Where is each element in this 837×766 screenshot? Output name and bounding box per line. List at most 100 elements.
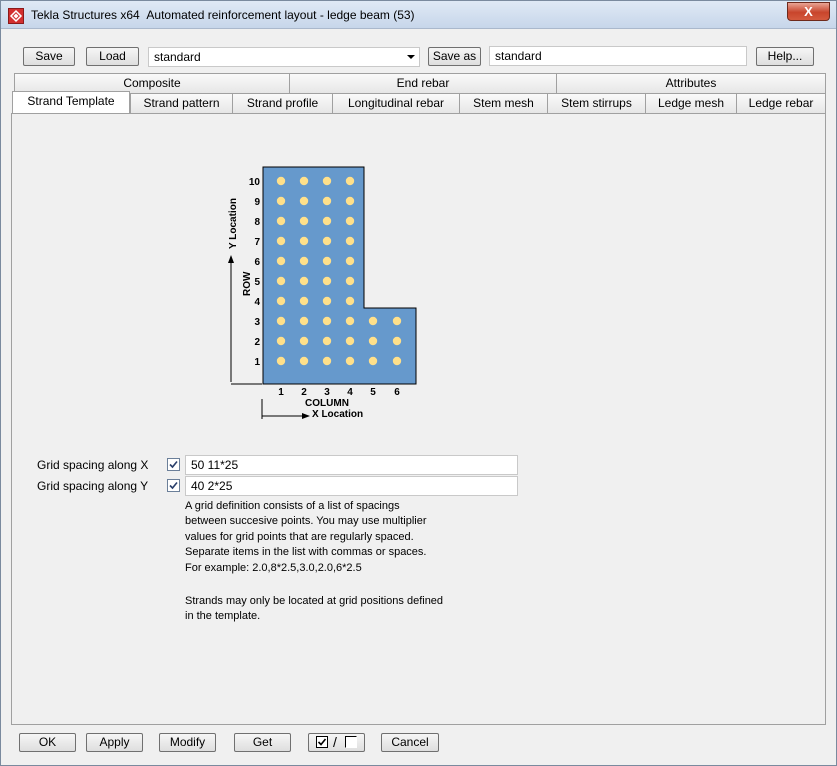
grid-x-checkbox[interactable] bbox=[167, 458, 180, 471]
grid-y-checkbox[interactable] bbox=[167, 479, 180, 492]
tab-strand-pattern[interactable]: Strand pattern bbox=[130, 93, 233, 113]
strand-dot bbox=[322, 316, 332, 326]
strand-dot bbox=[322, 196, 332, 206]
tab-ledge-rebar[interactable]: Ledge rebar bbox=[736, 93, 826, 113]
strand-dot bbox=[345, 356, 355, 366]
row-number: 9 bbox=[254, 197, 260, 208]
load-attributes-value: standard bbox=[154, 50, 201, 64]
tab-stem-stirrups[interactable]: Stem stirrups bbox=[547, 93, 646, 113]
dialog-title: Automated reinforcement layout - ledge b… bbox=[146, 8, 415, 22]
strand-dot bbox=[276, 336, 286, 346]
strand-dot bbox=[276, 316, 286, 326]
modify-button[interactable]: Modify bbox=[159, 733, 216, 752]
window-title: Tekla Structures x64 Automated reinforce… bbox=[31, 8, 415, 22]
row-number: 10 bbox=[249, 177, 261, 188]
strand-dot bbox=[345, 296, 355, 306]
help-text-line: A grid definition consists of a list of … bbox=[185, 500, 400, 512]
help-button[interactable]: Help... bbox=[756, 47, 814, 66]
strand-dot bbox=[392, 356, 402, 366]
strand-dot bbox=[276, 236, 286, 246]
grid-y-label: Grid spacing along Y bbox=[37, 479, 149, 493]
save-as-input[interactable]: standard bbox=[489, 46, 747, 66]
strand-dot bbox=[276, 356, 286, 366]
strand-dot bbox=[299, 216, 309, 226]
strand-dot bbox=[276, 176, 286, 186]
ledge-beam-section bbox=[262, 166, 417, 385]
strand-dot bbox=[276, 296, 286, 306]
title-bar[interactable]: Tekla Structures x64 Automated reinforce… bbox=[1, 1, 836, 29]
y-location-label: Y Location bbox=[228, 198, 239, 249]
ledge-beam-figure: 10 9 8 7 6 5 4 3 2 1 1 2 3 4 5 6 COLUMN … bbox=[228, 166, 417, 420]
strand-dot bbox=[322, 256, 332, 266]
arrow-up-icon bbox=[228, 255, 234, 263]
x-location-label: X Location bbox=[312, 409, 363, 420]
strand-dot bbox=[299, 316, 309, 326]
load-button[interactable]: Load bbox=[86, 47, 139, 66]
strand-dot bbox=[345, 196, 355, 206]
tekla-app-icon[interactable] bbox=[8, 8, 24, 24]
strand-dot bbox=[299, 276, 309, 286]
help-text-line: between succesive points. You may use mu… bbox=[185, 515, 427, 527]
save-button[interactable]: Save bbox=[23, 47, 75, 66]
row-number: 7 bbox=[254, 237, 260, 248]
close-button[interactable]: X bbox=[787, 2, 830, 21]
column-number: 3 bbox=[324, 387, 330, 398]
strand-dot bbox=[345, 216, 355, 226]
apply-button[interactable]: Apply bbox=[86, 733, 143, 752]
toggle-all-checkboxes-button[interactable]: / bbox=[308, 733, 365, 752]
column-number: 4 bbox=[347, 387, 353, 398]
app-name: Tekla Structures x64 bbox=[31, 8, 140, 22]
strand-dot bbox=[368, 316, 378, 326]
checkmark-icon bbox=[169, 460, 178, 469]
dialog-window: Tekla Structures x64 Automated reinforce… bbox=[0, 0, 837, 766]
tab-stem-mesh[interactable]: Stem mesh bbox=[459, 93, 548, 113]
strand-dot bbox=[299, 236, 309, 246]
tab-ledge-mesh[interactable]: Ledge mesh bbox=[645, 93, 737, 113]
help-text-line: values for grid points that are regularl… bbox=[185, 531, 414, 543]
tab-strand-profile[interactable]: Strand profile bbox=[232, 93, 333, 113]
tab-attributes[interactable]: Attributes bbox=[556, 73, 826, 93]
toggle-separator: / bbox=[333, 734, 337, 750]
tab-longitudinal-rebar[interactable]: Longitudinal rebar bbox=[332, 93, 460, 113]
arrow-right-icon bbox=[302, 413, 310, 419]
strand-dot bbox=[322, 236, 332, 246]
load-attributes-combo[interactable]: standard bbox=[148, 47, 420, 67]
tab-end-rebar[interactable]: End rebar bbox=[289, 73, 557, 93]
tab-composite[interactable]: Composite bbox=[14, 73, 290, 93]
cancel-button[interactable]: Cancel bbox=[381, 733, 439, 752]
strand-dot bbox=[276, 276, 286, 286]
grid-x-label: Grid spacing along X bbox=[37, 458, 149, 472]
save-as-button[interactable]: Save as bbox=[428, 47, 481, 66]
strand-dot bbox=[276, 256, 286, 266]
help-text-line: For example: 2.0,8*2.5,3.0,2.0,6*2.5 bbox=[185, 562, 362, 574]
row-number: 2 bbox=[254, 337, 260, 348]
checked-box-icon bbox=[316, 736, 328, 748]
column-number: 2 bbox=[301, 387, 307, 398]
column-number: 6 bbox=[394, 387, 400, 398]
column-number: 1 bbox=[278, 387, 284, 398]
close-icon: X bbox=[804, 4, 813, 19]
strand-dot bbox=[345, 316, 355, 326]
strand-dot bbox=[345, 236, 355, 246]
tab-strand-template[interactable]: Strand Template bbox=[12, 91, 130, 113]
checkmark-icon bbox=[169, 481, 178, 490]
help-text-line: Strands may only be located at grid posi… bbox=[185, 595, 444, 607]
grid-x-input[interactable]: 50 11*25 bbox=[185, 455, 518, 475]
column-number: 5 bbox=[370, 387, 376, 398]
strand-dot bbox=[322, 336, 332, 346]
unchecked-box-icon bbox=[345, 736, 357, 748]
ok-button[interactable]: OK bbox=[19, 733, 76, 752]
strand-dot bbox=[299, 256, 309, 266]
column-axis-label: COLUMN bbox=[305, 398, 349, 409]
row-number: 5 bbox=[254, 277, 260, 288]
strand-dot bbox=[299, 356, 309, 366]
strand-dot bbox=[392, 336, 402, 346]
grid-y-input[interactable]: 40 2*25 bbox=[185, 476, 518, 496]
chevron-down-icon[interactable] bbox=[407, 55, 415, 59]
row-axis-label: ROW bbox=[242, 271, 253, 296]
row-number: 6 bbox=[254, 257, 260, 268]
strand-dot bbox=[322, 356, 332, 366]
help-text-line: Separate items in the list with commas o… bbox=[185, 546, 427, 558]
get-button[interactable]: Get bbox=[234, 733, 291, 752]
strand-dot bbox=[276, 216, 286, 226]
